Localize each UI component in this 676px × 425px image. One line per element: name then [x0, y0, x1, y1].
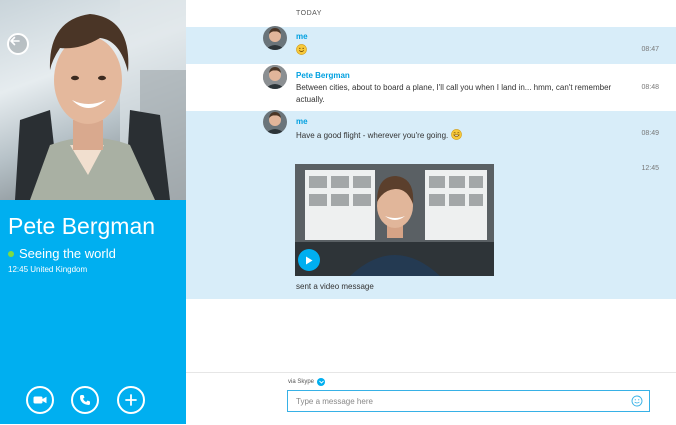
sender-name: me	[296, 117, 308, 126]
message-time: 08:48	[641, 84, 659, 91]
day-separator: TODAY	[296, 10, 322, 17]
back-button[interactable]	[7, 33, 29, 55]
emoticon-icon[interactable]	[631, 395, 643, 407]
avatar	[263, 110, 287, 134]
sender-name: Pete Bergman	[296, 71, 350, 80]
via-dropdown[interactable]	[317, 378, 326, 386]
via-selector[interactable]: via Skype	[288, 378, 326, 386]
smile-emoji	[296, 44, 307, 55]
video-call-icon	[33, 396, 47, 404]
play-button[interactable]	[298, 249, 320, 271]
conversation: TODAY me 08:47 Pete Bergman Between citi…	[186, 0, 676, 372]
play-icon	[306, 256, 313, 264]
avatar	[263, 65, 287, 89]
message-text: Have a good flight - wherever you're goi…	[296, 129, 626, 142]
add-icon	[125, 394, 137, 406]
message-time: 08:47	[641, 46, 659, 53]
contact-mood: Seeing the world	[8, 246, 116, 261]
presence-dot	[8, 250, 14, 257]
mood-text: Seeing the world	[19, 246, 116, 261]
contact-local-info: 12:45 United Kingdom	[8, 265, 88, 274]
message-row: Pete Bergman Between cities, about to bo…	[186, 64, 676, 111]
message-text-content: Have a good flight - wherever you're goi…	[296, 131, 449, 140]
add-button[interactable]	[117, 386, 145, 414]
audio-call-button[interactable]	[71, 386, 99, 414]
message-text	[296, 44, 626, 57]
video-message-thumbnail[interactable]	[295, 164, 494, 276]
chevron-down-icon	[318, 380, 324, 384]
message-input[interactable]	[287, 390, 650, 412]
sender-name: me	[296, 32, 308, 41]
message-text: Between cities, about to board a plane, …	[296, 83, 612, 104]
avatar	[263, 26, 287, 50]
message-time: 08:49	[641, 130, 659, 137]
contact-name: Pete Bergman	[8, 213, 156, 239]
contact-panel: Pete Bergman Seeing the world 12:45 Unit…	[0, 0, 186, 424]
audio-call-icon	[80, 395, 90, 405]
compose-area: via Skype	[186, 372, 676, 425]
video-message-time: 12:45	[641, 165, 659, 172]
back-arrow-icon	[10, 36, 20, 46]
contact-photo	[0, 0, 186, 200]
video-caption: sent a video message	[296, 282, 374, 291]
grin-emoji	[450, 129, 462, 140]
via-label: via Skype	[288, 379, 315, 385]
message-row: me 08:47	[186, 26, 676, 64]
video-call-button[interactable]	[26, 386, 54, 414]
